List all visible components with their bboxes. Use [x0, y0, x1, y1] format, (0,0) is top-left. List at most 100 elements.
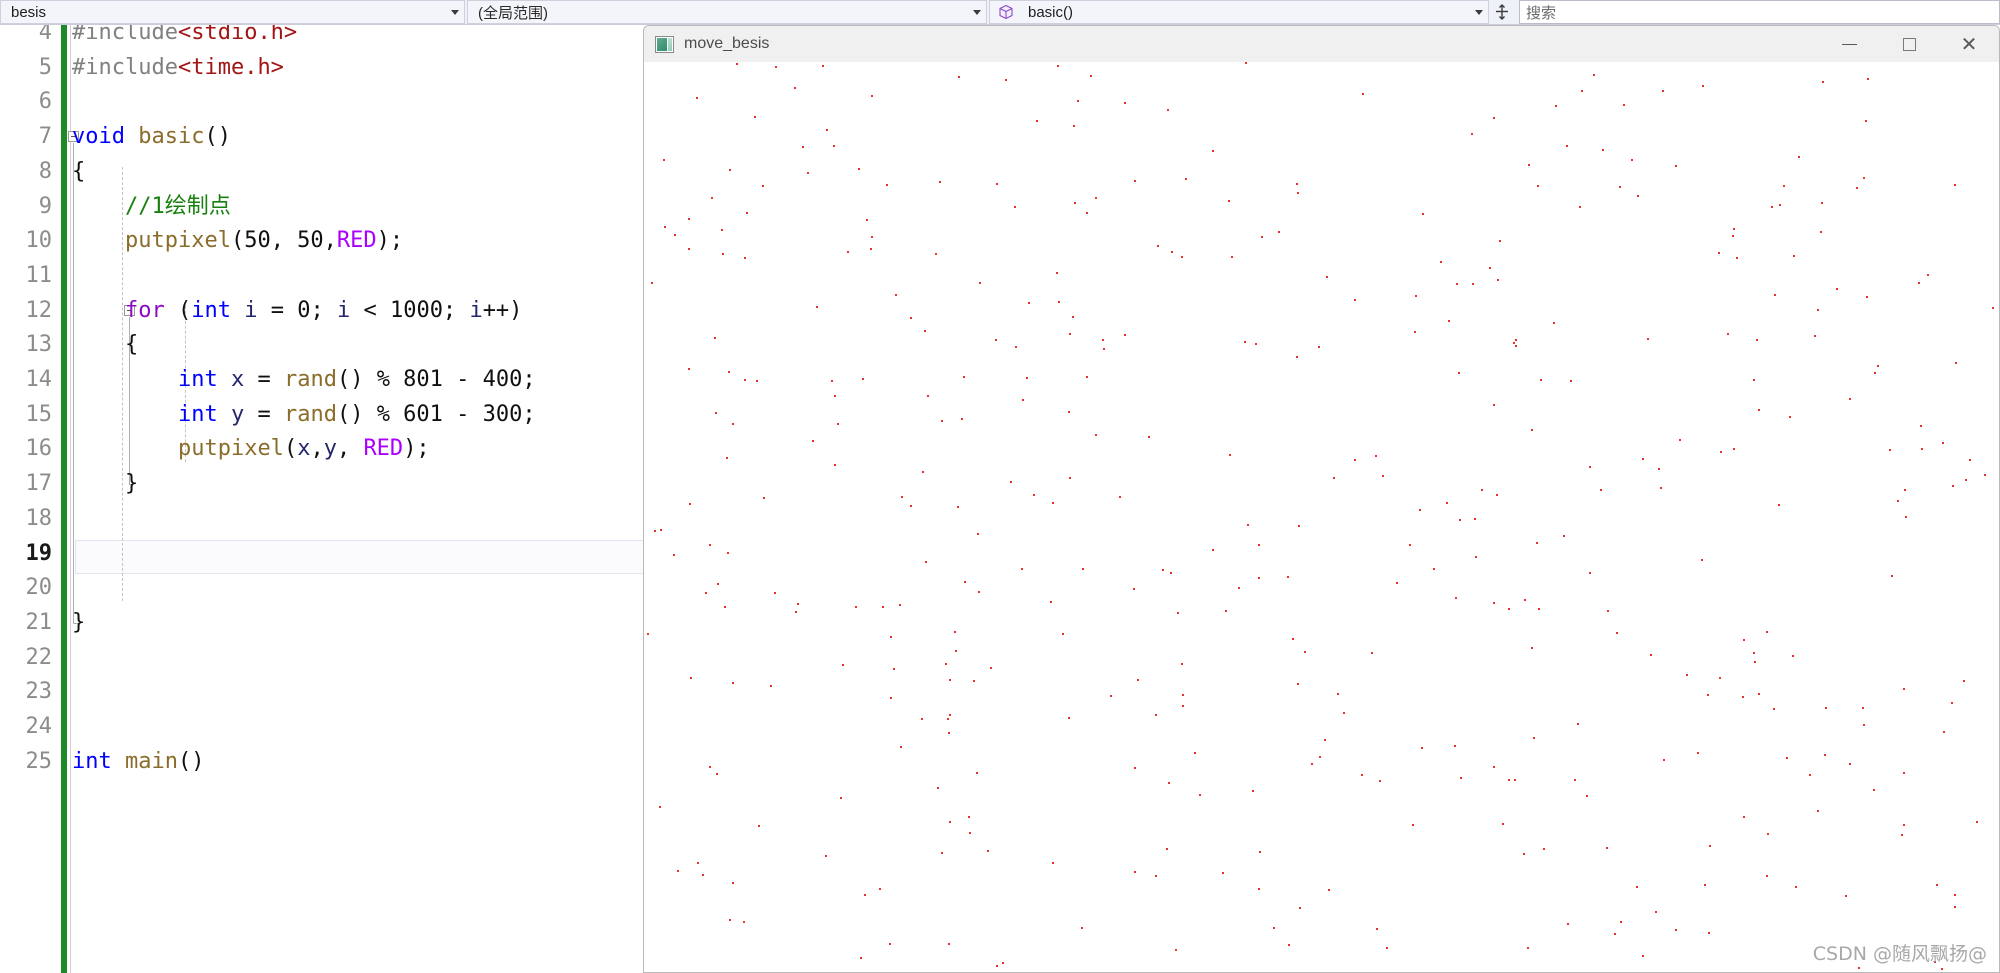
pixel-dot	[802, 146, 804, 148]
pixel-dot	[754, 116, 756, 118]
pixel-dot	[651, 282, 653, 284]
pixel-dot	[1297, 683, 1299, 685]
code-line: #include<stdio.h>	[72, 25, 297, 51]
code-token: putpixel	[177, 436, 284, 462]
search-input[interactable]: 搜索	[1519, 0, 2000, 24]
pixel-dot	[1068, 717, 1070, 719]
pixel-dot	[1675, 165, 1677, 167]
pixel-dot	[825, 855, 827, 857]
pixel-dot	[1856, 187, 1858, 189]
pixel-dot	[1311, 763, 1313, 765]
pixel-dot	[895, 294, 897, 296]
chevron-down-icon[interactable]	[1470, 1, 1488, 23]
pixel-dot	[1567, 923, 1569, 925]
pixel-dot	[977, 533, 979, 535]
pixel-dot	[1719, 677, 1721, 679]
pixel-dot	[1954, 894, 1956, 896]
pixel-dot	[1743, 639, 1745, 641]
close-button[interactable]: ✕	[1939, 26, 1999, 62]
pixel-dot	[941, 420, 943, 422]
code-token: int	[191, 297, 231, 323]
code-token: int	[72, 748, 112, 774]
pixel-dot	[1072, 316, 1074, 318]
pixel-dot	[673, 554, 675, 556]
pixel-dot	[726, 457, 728, 459]
pixel-dot	[1124, 102, 1126, 104]
pixel-dot	[1361, 774, 1363, 776]
pixel-dot	[969, 832, 971, 834]
project-dropdown[interactable]: besis	[0, 0, 465, 24]
code-token: i	[336, 297, 351, 323]
maximize-button[interactable]	[1879, 26, 1939, 62]
pixel-dot	[1897, 500, 1899, 502]
pixel-dot	[963, 376, 965, 378]
code-token: = 0;	[257, 297, 337, 323]
pixel-dot	[1228, 200, 1230, 202]
pixel-dot	[1774, 294, 1776, 296]
code-editor[interactable]: 4 5 6 7 8 9 10 11 12 13 14 15 16 17 18 19 20 21 22 23 24 25 #…	[0, 25, 643, 973]
pixel-dot	[1376, 928, 1378, 930]
pixel-dot	[1446, 502, 1448, 504]
chevron-down-icon[interactable]	[446, 1, 464, 23]
pixel-dot	[864, 894, 866, 896]
pixel-dot	[1606, 847, 1608, 849]
chevron-down-icon[interactable]	[968, 1, 986, 23]
pixel-dot	[709, 544, 711, 546]
code-token: rand	[283, 401, 337, 427]
pixel-dot	[816, 306, 818, 308]
pixel-dot	[1809, 774, 1811, 776]
member-dropdown[interactable]: basic()	[989, 0, 1489, 24]
minimize-button[interactable]	[1819, 26, 1879, 62]
pixel-dot	[1658, 468, 1660, 470]
pixel-dot	[1824, 754, 1826, 756]
pixel-dot	[716, 773, 718, 775]
code-text-area[interactable]: #include<stdio.h> #include<time.h> void ba…	[68, 25, 643, 973]
move-besis-window[interactable]: move_besis ✕ CSDN @随风飘扬@	[643, 25, 2000, 973]
current-line-highlight	[75, 539, 643, 574]
pixel-dot	[1134, 180, 1136, 182]
pixel-dot	[1704, 884, 1706, 886]
pixel-dot	[715, 412, 717, 414]
pixel-dot	[922, 471, 924, 473]
line-number: 24	[25, 714, 53, 739]
pixel-dot	[1415, 295, 1417, 297]
code-token: int	[177, 367, 218, 392]
pixel-dot	[882, 606, 884, 608]
pixel-dot	[949, 821, 951, 823]
pixel-dot	[954, 631, 956, 633]
scope-dropdown[interactable]: (全局范围)	[467, 0, 987, 24]
pixel-dot	[901, 496, 903, 498]
pixel-dot	[1171, 251, 1173, 253]
line-number: 20	[25, 575, 53, 601]
pixel-dot	[1258, 544, 1260, 546]
pixel-dot	[795, 611, 797, 613]
pixel-dot	[1068, 411, 1070, 413]
pixel-dot	[957, 506, 959, 508]
line-number: 14	[25, 367, 53, 392]
code-line: for (int i = 0; i < 1000; i++)	[72, 294, 522, 329]
search-placeholder-text: 搜索	[1526, 4, 1557, 22]
pixel-dot	[1616, 632, 1618, 634]
pixel-dot	[1134, 871, 1136, 873]
pixel-dot	[660, 529, 662, 531]
code-line: {	[72, 155, 85, 190]
pixel-dot	[1963, 680, 1965, 682]
pixel-dot	[1952, 485, 1954, 487]
pixel-dot	[1754, 661, 1756, 663]
pixel-dot	[732, 682, 734, 684]
pixel-dot	[812, 440, 814, 442]
pixel-dot	[1766, 875, 1768, 877]
pixel-dot	[1375, 455, 1377, 457]
pixel-dot	[1773, 708, 1775, 710]
pixel-dot	[1069, 333, 1071, 335]
window-titlebar[interactable]: move_besis ✕	[644, 26, 1999, 62]
pixel-dot	[1287, 576, 1289, 578]
split-window-button[interactable]	[1489, 0, 1515, 24]
pixel-dot	[1010, 481, 1012, 483]
graphics-canvas[interactable]: CSDN @随风飘扬@	[644, 62, 1999, 972]
pixel-dot	[659, 806, 661, 808]
pixel-dot	[743, 921, 745, 923]
pixel-dot	[1873, 789, 1875, 791]
window-controls: ✕	[1819, 26, 1999, 62]
pixel-dot	[1620, 921, 1622, 923]
